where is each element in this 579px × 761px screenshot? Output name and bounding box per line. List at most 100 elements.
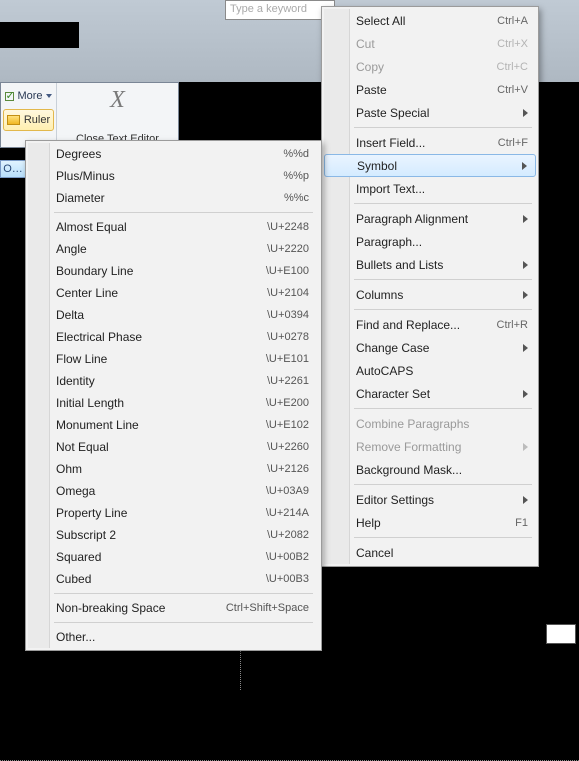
symbol-item-code: \U+2261 xyxy=(267,375,309,387)
chevron-right-icon xyxy=(523,261,528,269)
symbol-item-initial-length[interactable]: Initial Length\U+E200 xyxy=(28,392,319,414)
symbol-item-other[interactable]: Other... xyxy=(28,626,319,648)
symbol-item-plus-minus[interactable]: Plus/Minus%%p xyxy=(28,165,319,187)
symbol-item-almost-equal[interactable]: Almost Equal\U+2248 xyxy=(28,216,319,238)
symbol-submenu: Degrees%%dPlus/Minus%%pDiameter%%cAlmost… xyxy=(25,140,322,651)
symbol-item-subscript-2[interactable]: Subscript 2\U+2082 xyxy=(28,524,319,546)
menu-item-label: AutoCAPS xyxy=(356,364,528,378)
menu-item-paragraph-alignment[interactable]: Paragraph Alignment xyxy=(324,207,536,230)
menu-item-bullets-and-lists[interactable]: Bullets and Lists xyxy=(324,253,536,276)
symbol-item-cubed[interactable]: Cubed\U+00B3 xyxy=(28,568,319,590)
menu-separator xyxy=(354,408,532,409)
options-tab[interactable]: O… xyxy=(0,160,26,178)
menu-item-character-set[interactable]: Character Set xyxy=(324,382,536,405)
menu-item-paragraph[interactable]: Paragraph... xyxy=(324,230,536,253)
menu-separator xyxy=(354,127,532,128)
menu-item-import-text[interactable]: Import Text... xyxy=(324,177,536,200)
symbol-item-center-line[interactable]: Center Line\U+2104 xyxy=(28,282,319,304)
menu-item-label: Insert Field... xyxy=(356,136,498,150)
menu-item-help[interactable]: HelpF1 xyxy=(324,511,536,534)
menu-item-find-and-replace[interactable]: Find and Replace...Ctrl+R xyxy=(324,313,536,336)
chevron-right-icon xyxy=(523,215,528,223)
menu-separator xyxy=(54,593,313,594)
symbol-item-label: Electrical Phase xyxy=(56,330,267,344)
menu-item-symbol[interactable]: Symbol xyxy=(324,154,536,177)
menu-item-label: Cancel xyxy=(356,546,528,560)
symbol-item-label: Cubed xyxy=(56,572,266,586)
symbol-item-diameter[interactable]: Diameter%%c xyxy=(28,187,319,209)
close-text-editor-button[interactable]: X Close Text Editor xyxy=(57,83,178,147)
symbol-item-ohm[interactable]: Ohm\U+2126 xyxy=(28,458,319,480)
menu-item-paste-special[interactable]: Paste Special xyxy=(324,101,536,124)
menu-item-editor-settings[interactable]: Editor Settings xyxy=(324,488,536,511)
menu-separator xyxy=(54,622,313,623)
symbol-item-not-equal[interactable]: Not Equal\U+2260 xyxy=(28,436,319,458)
menu-item-combine-paragraphs: Combine Paragraphs xyxy=(324,412,536,435)
symbol-item-label: Flow Line xyxy=(56,352,266,366)
symbol-item-code: \U+E101 xyxy=(266,353,309,365)
chevron-right-icon xyxy=(523,344,528,352)
menu-item-copy: CopyCtrl+C xyxy=(324,55,536,78)
menu-item-background-mask[interactable]: Background Mask... xyxy=(324,458,536,481)
symbol-item-code: \U+214A xyxy=(266,507,309,519)
symbol-item-property-line[interactable]: Property Line\U+214A xyxy=(28,502,319,524)
symbol-item-flow-line[interactable]: Flow Line\U+E101 xyxy=(28,348,319,370)
menu-item-label: Paste Special xyxy=(356,106,517,120)
symbol-item-delta[interactable]: Delta\U+0394 xyxy=(28,304,319,326)
symbol-item-code: \U+0278 xyxy=(267,331,309,343)
symbol-item-label: Subscript 2 xyxy=(56,528,267,542)
check-icon xyxy=(5,92,14,101)
symbol-item-electrical-phase[interactable]: Electrical Phase\U+0278 xyxy=(28,326,319,348)
menu-item-label: Copy xyxy=(356,60,497,74)
text-edit-box[interactable] xyxy=(546,624,576,644)
symbol-item-label: Not Equal xyxy=(56,440,267,454)
menu-item-columns[interactable]: Columns xyxy=(324,283,536,306)
more-label: More xyxy=(17,90,42,102)
chevron-right-icon xyxy=(523,109,528,117)
symbol-item-omega[interactable]: Omega\U+03A9 xyxy=(28,480,319,502)
symbol-item-label: Angle xyxy=(56,242,267,256)
menu-item-change-case[interactable]: Change Case xyxy=(324,336,536,359)
menu-item-label: Bullets and Lists xyxy=(356,258,517,272)
menu-item-label: Change Case xyxy=(356,341,517,355)
symbol-item-label: Center Line xyxy=(56,286,267,300)
titlebar-fragment xyxy=(0,22,79,48)
more-dropdown[interactable]: More xyxy=(3,85,54,107)
menu-item-label: Background Mask... xyxy=(356,463,528,477)
menu-item-paste[interactable]: PasteCtrl+V xyxy=(324,78,536,101)
menu-separator xyxy=(354,203,532,204)
symbol-item-label: Degrees xyxy=(56,147,283,161)
menu-item-accel: F1 xyxy=(515,517,528,529)
symbol-item-non-breaking-space[interactable]: Non-breaking SpaceCtrl+Shift+Space xyxy=(28,597,319,619)
symbol-item-label: Other... xyxy=(56,630,309,644)
ruler-toggle[interactable]: Ruler xyxy=(3,109,54,131)
ribbon-panel-close: More Ruler X Close Text Editor xyxy=(0,82,179,148)
menu-item-cancel[interactable]: Cancel xyxy=(324,541,536,564)
chevron-right-icon xyxy=(523,443,528,451)
symbol-item-label: Plus/Minus xyxy=(56,169,283,183)
symbol-item-code: \U+E100 xyxy=(266,265,309,277)
symbol-item-code: \U+2126 xyxy=(267,463,309,475)
menu-item-insert-field[interactable]: Insert Field...Ctrl+F xyxy=(324,131,536,154)
symbol-item-code: \U+03A9 xyxy=(266,485,309,497)
menu-item-select-all[interactable]: Select AllCtrl+A xyxy=(324,9,536,32)
symbol-item-code: \U+2248 xyxy=(267,221,309,233)
symbol-item-identity[interactable]: Identity\U+2261 xyxy=(28,370,319,392)
symbol-item-label: Boundary Line xyxy=(56,264,266,278)
symbol-item-label: Monument Line xyxy=(56,418,266,432)
symbol-item-label: Almost Equal xyxy=(56,220,267,234)
symbol-item-label: Identity xyxy=(56,374,267,388)
symbol-item-squared[interactable]: Squared\U+00B2 xyxy=(28,546,319,568)
menu-item-autocaps[interactable]: AutoCAPS xyxy=(324,359,536,382)
symbol-item-code: \U+0394 xyxy=(267,309,309,321)
symbol-item-code: \U+00B3 xyxy=(266,573,309,585)
symbol-item-label: Diameter xyxy=(56,191,284,205)
symbol-item-angle[interactable]: Angle\U+2220 xyxy=(28,238,319,260)
symbol-item-boundary-line[interactable]: Boundary Line\U+E100 xyxy=(28,260,319,282)
chevron-right-icon xyxy=(523,496,528,504)
keyword-search-input[interactable]: Type a keyword xyxy=(225,0,335,20)
symbol-item-code: %%c xyxy=(284,192,309,204)
menu-item-label: Help xyxy=(356,516,515,530)
symbol-item-degrees[interactable]: Degrees%%d xyxy=(28,143,319,165)
symbol-item-monument-line[interactable]: Monument Line\U+E102 xyxy=(28,414,319,436)
